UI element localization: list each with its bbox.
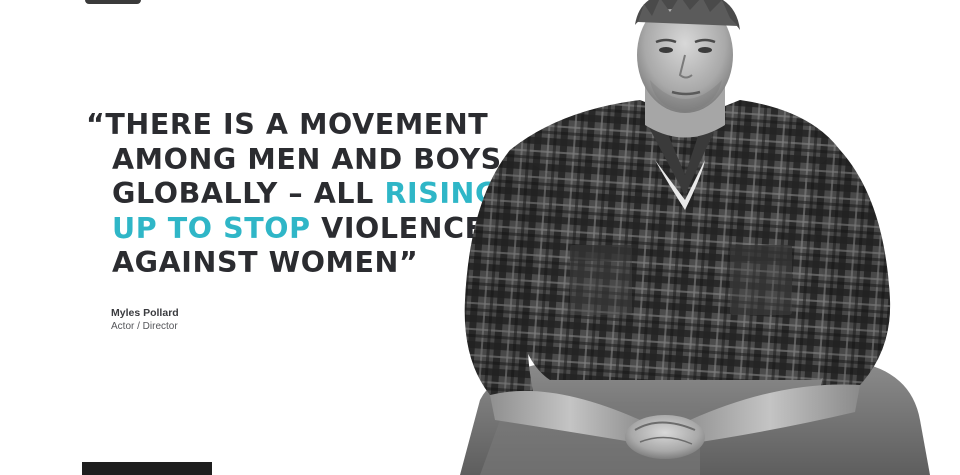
quote-highlight-up-to-stop: UP TO STOP bbox=[112, 211, 311, 245]
poster: “THERE IS A MOVEMENT AMONG MEN AND BOYS … bbox=[0, 0, 960, 475]
quote-line-1-text: THERE IS A MOVEMENT bbox=[105, 108, 489, 141]
close-quote-mark: ” bbox=[399, 246, 419, 279]
quote-line-3-text: GLOBALLY – ALL bbox=[112, 177, 385, 210]
open-quote-mark: “ bbox=[86, 108, 106, 141]
attribution: Myles Pollard Actor / Director bbox=[111, 307, 179, 333]
attribution-role: Actor / Director bbox=[111, 321, 178, 332]
attribution-name: Myles Pollard bbox=[111, 307, 179, 319]
quote-line-5-text: AGAINST WOMEN bbox=[112, 246, 399, 279]
bottom-edge-bar bbox=[82, 462, 212, 475]
portrait-photo bbox=[460, 0, 930, 475]
top-edge-bar bbox=[85, 0, 141, 4]
